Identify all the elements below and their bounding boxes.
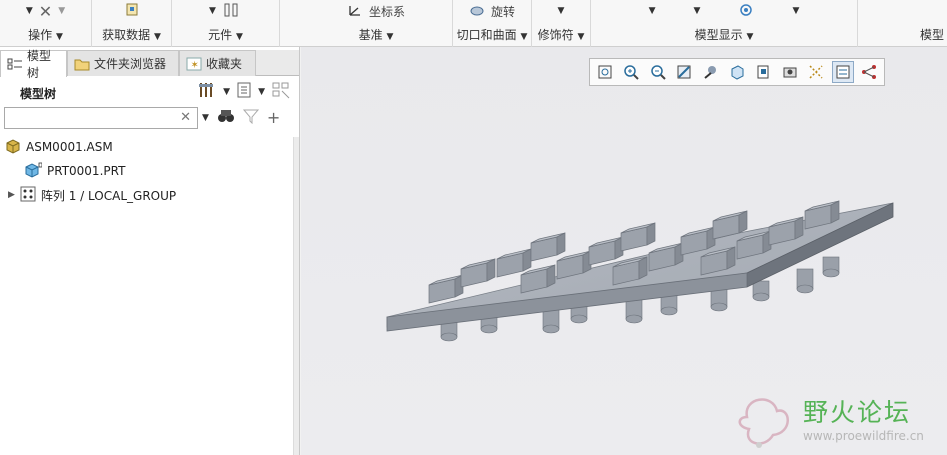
tree-node-pattern[interactable]: ▶ 阵列 1 / LOCAL_GROUP (8, 185, 176, 205)
folder-icon (74, 57, 90, 71)
navigator-pane: 模型树 文件夹浏览器 ✶ 收藏夹 模型树 ▼ ▼ ✕ ▼ + ASM0001.A… (0, 47, 300, 455)
ribbon-group-operations: ▼ ✕ ▼ 操作 ▼ (0, 0, 92, 47)
datum-display-icon[interactable] (832, 61, 854, 83)
forum-watermark: 野火论坛 www.proewildfire.cn (733, 385, 947, 455)
coordinate-system-label: 坐标系 (368, 4, 405, 19)
watermark-logo-icon (738, 398, 789, 448)
ribbon-group-cut-surface: 旋转 切口和曲面 ▼ (453, 0, 532, 47)
tree-node-label: PRT0001.PRT (47, 164, 126, 178)
display-style-icon[interactable] (700, 61, 721, 83)
settings-dropdown-icon[interactable]: ▼ (223, 87, 230, 97)
graphics-toolbar (589, 58, 885, 86)
view-manager-icon[interactable] (753, 61, 774, 83)
watermark-title: 野火论坛 (803, 398, 912, 427)
saved-orientations-icon[interactable] (726, 61, 747, 83)
graphics-window[interactable]: 野火论坛 www.proewildfire.cn (301, 47, 947, 455)
zoom-out-icon[interactable] (647, 61, 668, 83)
annotation-display-icon[interactable] (806, 61, 827, 83)
tab-label: 文件夹浏览器 (94, 57, 167, 71)
display-dropdown-2-icon[interactable]: ▼ (694, 6, 701, 16)
model-tree-header: 模型树 ▼ ▼ (0, 78, 299, 106)
tree-node-assembly[interactable]: ASM0001.ASM (5, 137, 113, 157)
ribbon-group-label[interactable]: 操作 ▼ (0, 26, 91, 42)
search-dropdown-icon[interactable]: ▼ (202, 113, 209, 123)
tree-node-part[interactable]: PRT0001.PRT (24, 161, 125, 181)
clear-search-icon[interactable]: ✕ (180, 110, 191, 125)
revolve-label: 旋转 (490, 4, 515, 19)
repaint-icon[interactable] (673, 61, 694, 83)
tree-node-label: 阵列 1 / LOCAL_GROUP (40, 188, 177, 203)
model-tree-title: 模型树 (20, 87, 57, 101)
favorites-icon: ✶ (186, 57, 202, 71)
coordinate-system-button[interactable]: 坐标系 (300, 0, 452, 22)
group-label-text: 获取数据 (102, 28, 151, 42)
assembly-icon (5, 138, 21, 157)
ribbon-group-label[interactable]: 基准 ▼ (300, 26, 452, 42)
ribbon-group-label[interactable]: 模型显示 ▼ (591, 26, 857, 42)
group-label-text: 基准 (358, 28, 383, 42)
revolve-icon (469, 3, 485, 20)
model-tree-icon (7, 57, 23, 71)
component-dropdown-icon[interactable]: ▼ (209, 6, 216, 16)
group-label-text: 元件 (208, 28, 233, 42)
display-dropdown-1-icon[interactable]: ▼ (649, 6, 656, 16)
ribbon-group-model-intent: 模型 (858, 0, 947, 47)
tab-model-tree[interactable]: 模型树 (0, 49, 67, 80)
show-dropdown-icon[interactable]: ▼ (258, 87, 265, 97)
ribbon: ▼ ✕ ▼ 操作 ▼ 获取数据 ▼ ▼ 元件 ▼ 坐标系 基准 ▼ 旋转 切口和… (0, 0, 947, 47)
find-icon[interactable] (217, 108, 235, 127)
group-label-text: 模型显示 (694, 28, 743, 42)
ribbon-group-label[interactable]: 模型 (920, 26, 947, 42)
group-label-text: 切口和曲面 (456, 28, 517, 42)
group-label-text: 模型 (920, 28, 945, 42)
search-input[interactable]: ✕ (4, 107, 198, 129)
delete-icon[interactable]: ✕ (39, 2, 52, 21)
ribbon-group-get-data: 获取数据 ▼ (92, 0, 172, 47)
tree-scrollbar[interactable] (293, 137, 299, 455)
assemble-icon[interactable] (222, 3, 242, 20)
revolve-button[interactable]: 旋转 (453, 0, 531, 22)
delete-dropdown-icon[interactable]: ▼ (58, 6, 65, 16)
tab-label: 模型树 (27, 49, 52, 80)
group-label-text: 操作 (28, 28, 53, 42)
ribbon-group-label[interactable]: 切口和曲面 ▼ (453, 26, 531, 42)
tree-node-label: ASM0001.ASM (26, 140, 113, 154)
coordinate-system-icon (347, 3, 363, 20)
settings-icon[interactable] (197, 81, 217, 102)
part-icon (24, 162, 43, 181)
show-icon[interactable] (236, 81, 252, 102)
perspective-icon[interactable] (779, 61, 800, 83)
search-tools: ▼ + (202, 108, 280, 127)
ribbon-group-label[interactable]: 获取数据 ▼ (92, 26, 171, 42)
display-dropdown-3-icon[interactable]: ▼ (792, 6, 799, 16)
filter-icon[interactable] (242, 108, 260, 127)
tab-favorites[interactable]: ✶ 收藏夹 (179, 50, 256, 76)
tree-filters-icon[interactable] (271, 81, 291, 102)
tab-label: 收藏夹 (206, 57, 243, 71)
assembly-3d-model[interactable] (381, 197, 901, 357)
tab-folder-browser[interactable]: 文件夹浏览器 (67, 50, 179, 76)
navigator-tabs: 模型树 文件夹浏览器 ✶ 收藏夹 (0, 49, 299, 80)
expand-arrow-icon[interactable]: ▶ (8, 190, 15, 200)
refit-icon[interactable] (594, 61, 615, 83)
operations-dropdown-icon[interactable]: ▼ (26, 6, 33, 16)
watermark-url: www.proewildfire.cn (803, 429, 924, 443)
modifiers-dropdown-icon[interactable]: ▼ (558, 6, 565, 16)
ribbon-group-model-display: ▼ ▼ ▼ 模型显示 ▼ (591, 0, 858, 47)
ribbon-group-label[interactable]: 元件 ▼ (172, 26, 279, 42)
ribbon-group-datum: 坐标系 基准 ▼ (300, 0, 453, 47)
pattern-icon (20, 186, 36, 205)
copy-geometry-icon[interactable] (124, 3, 140, 20)
zoom-in-icon[interactable] (620, 61, 641, 83)
explode-view-icon[interactable] (738, 3, 754, 20)
spin-center-icon[interactable] (859, 61, 880, 83)
ribbon-group-label[interactable]: 修饰符 ▼ (532, 26, 590, 42)
add-icon[interactable]: + (267, 108, 280, 127)
ribbon-group-modifiers: ▼ 修饰符 ▼ (532, 0, 591, 47)
group-label-text: 修饰符 (537, 28, 574, 42)
ribbon-group-components: ▼ 元件 ▼ (172, 0, 280, 47)
svg-text:✶: ✶ (191, 60, 199, 71)
